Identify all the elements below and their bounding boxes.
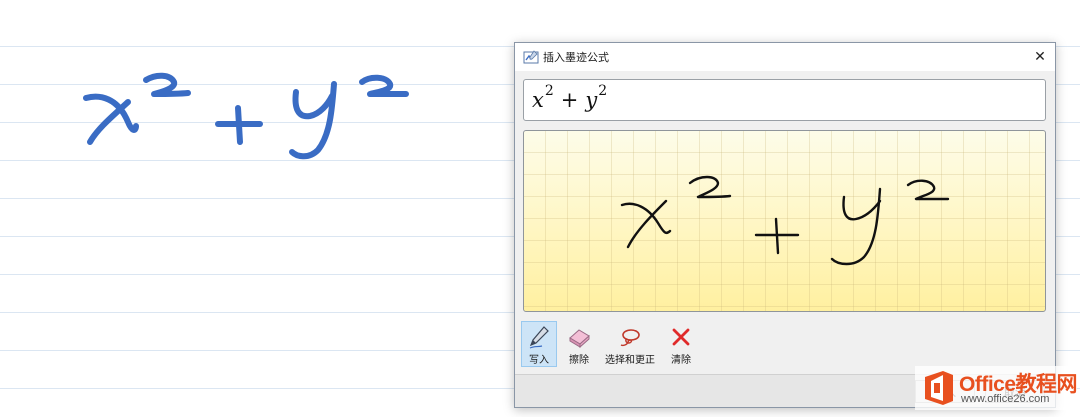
- wa-stroke-y2: [830, 187, 882, 266]
- ink-stroke-plus-v: [235, 105, 243, 145]
- tool-write[interactable]: 写入: [521, 321, 557, 367]
- equation-preview: x 2 + y 2: [523, 79, 1046, 121]
- writing-area-ink: [620, 175, 950, 266]
- tool-erase-label: 擦除: [569, 355, 589, 366]
- dialog-title: 插入墨迹公式: [543, 51, 609, 64]
- ink-toolbar: 写入 擦除 选择和更正 清除: [521, 321, 699, 367]
- close-icon: ✕: [1034, 49, 1046, 65]
- wa-stroke-plus-v: [774, 217, 780, 255]
- clear-x-icon: [672, 328, 690, 345]
- site-watermark: Office教程网 www.office26.com: [915, 366, 1078, 410]
- wa-stroke-x2: [626, 199, 668, 249]
- lasso-icon: [620, 328, 640, 346]
- ink-stroke-x2: [87, 99, 131, 145]
- tool-write-label: 写入: [529, 355, 549, 366]
- preview-var-x: x: [532, 88, 544, 112]
- wa-stroke-x1: [620, 202, 672, 235]
- page-handwriting-ink[interactable]: [70, 60, 430, 180]
- preview-operator: +: [560, 88, 579, 112]
- close-button[interactable]: ✕: [1027, 45, 1053, 69]
- ink-stroke-y1: [292, 89, 335, 120]
- office-logo-icon: [925, 371, 953, 405]
- preview-exp-1: 2: [544, 83, 554, 99]
- eraser-icon: [569, 328, 590, 348]
- tool-erase[interactable]: 擦除: [561, 321, 597, 367]
- wa-stroke-2b: [906, 179, 950, 201]
- pen-icon: [529, 325, 549, 349]
- tool-clear[interactable]: 清除: [663, 321, 699, 367]
- ink-stroke-2a: [143, 72, 191, 97]
- tool-clear-label: 清除: [671, 355, 691, 366]
- wa-stroke-2a: [688, 175, 732, 199]
- dialog-titlebar[interactable]: 插入墨迹公式 ✕: [515, 43, 1055, 71]
- wa-stroke-y1: [842, 195, 882, 221]
- tool-select-correct[interactable]: 选择和更正: [601, 321, 659, 367]
- preview-exp-2: 2: [598, 83, 608, 99]
- ink-equation-app-icon: [523, 50, 539, 64]
- tool-select-correct-label: 选择和更正: [605, 355, 655, 366]
- insert-ink-equation-dialog: 插入墨迹公式 ✕ x 2 + y 2 写入 擦除 选择和更正 清除: [514, 42, 1056, 408]
- preview-var-y: y: [585, 88, 598, 112]
- ink-writing-area[interactable]: [523, 130, 1046, 312]
- watermark-url: www.office26.com: [961, 393, 1050, 405]
- ink-stroke-2b: [359, 74, 409, 97]
